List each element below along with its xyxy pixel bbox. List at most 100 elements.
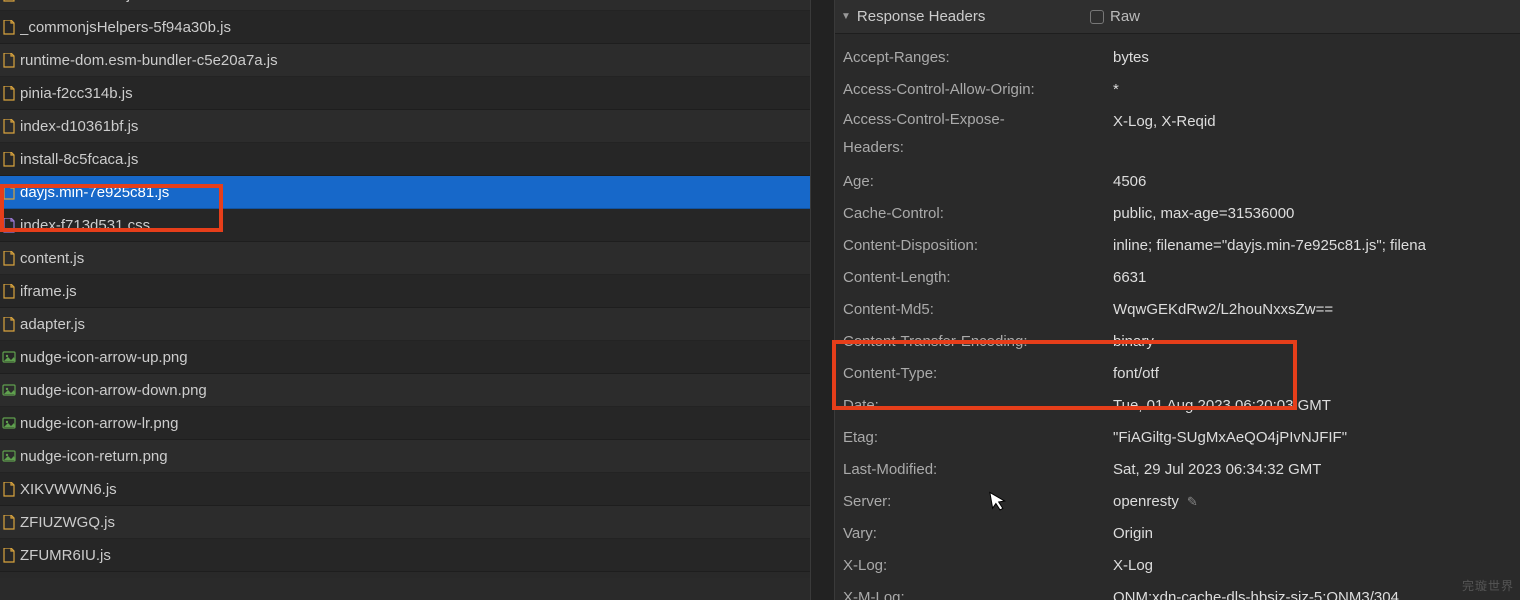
header-row: Content-Md5:WqwGEKdRw2/L2houNxxsZw== (843, 294, 1516, 326)
header-key: Access-Control-Expose-Headers: (843, 106, 1113, 162)
file-name: runtime-dom.esm-bundler-c5e20a7a.js (20, 52, 278, 69)
file-row[interactable]: iframe.js (0, 275, 810, 308)
header-key: Accept-Ranges: (843, 42, 1113, 74)
header-row: Cache-Control:public, max-age=31536000 (843, 198, 1516, 230)
header-row: Access-Control-Expose-Headers:X-Log, X-R… (843, 106, 1516, 166)
file-row[interactable]: adapter.js (0, 308, 810, 341)
header-row: Content-Transfer-Encoding:binary (843, 326, 1516, 358)
disclosure-triangle-icon[interactable]: ▼ (841, 11, 851, 22)
file-row[interactable]: pinia-f2cc314b.js (0, 77, 810, 110)
file-name: install-8c5fcaca.js (20, 151, 138, 168)
header-row: Etag:"FiAGiltg-SUgMxAeQO4jPIvNJFIF" (843, 422, 1516, 454)
checkbox-icon[interactable] (1090, 10, 1104, 24)
file-row[interactable]: content.js (0, 242, 810, 275)
file-type-icon (2, 514, 16, 530)
file-type-icon (2, 415, 16, 431)
file-type-icon (2, 382, 16, 398)
header-value: 4506 (1113, 166, 1146, 198)
header-value: binary (1113, 326, 1154, 358)
header-value: public, max-age=31536000 (1113, 198, 1294, 230)
header-value: WqwGEKdRw2/L2houNxxsZw== (1113, 294, 1333, 326)
response-headers-section[interactable]: ▼ Response Headers Raw (835, 0, 1520, 34)
file-name: index-f713d531.css (20, 217, 150, 234)
header-value: QNM:xdn-cache-dls-hbsjz-sjz-5;QNM3/304 (1113, 582, 1399, 600)
header-value: X-Log, X-Reqid (1113, 106, 1216, 138)
file-row[interactable]: XIKVWWN6.js (0, 473, 810, 506)
file-name: dayjs.min-7e925c81.js (20, 184, 169, 201)
file-row[interactable]: index-d10361bf.js (0, 110, 810, 143)
file-row[interactable]: index-f713d531.css (0, 209, 810, 242)
file-row[interactable]: nudge-icon-arrow-up.png (0, 341, 810, 374)
header-value: Sat, 29 Jul 2023 06:34:32 GMT (1113, 454, 1321, 486)
file-row[interactable]: install-8c5fcaca.js (0, 143, 810, 176)
file-row[interactable]: nudge-icon-arrow-down.png (0, 374, 810, 407)
header-value: Origin (1113, 518, 1153, 550)
file-type-icon (2, 118, 16, 134)
pencil-icon[interactable]: ✎ (1187, 494, 1198, 509)
header-row: Date:Tue, 01 Aug 2023 06:20:03 GMT (843, 390, 1516, 422)
file-type-icon (2, 250, 16, 266)
header-key: Content-Disposition: (843, 230, 1113, 262)
file-row[interactable]: index-7dc9fda8.js (0, 0, 810, 11)
file-type-icon (2, 349, 16, 365)
file-row[interactable]: _commonjsHelpers-5f94a30b.js (0, 11, 810, 44)
header-value: bytes (1113, 42, 1149, 74)
header-row: X-M-Log:QNM:xdn-cache-dls-hbsjz-sjz-5;QN… (843, 582, 1516, 600)
file-name: nudge-icon-return.png (20, 448, 168, 465)
header-row: X-Log:X-Log (843, 550, 1516, 582)
watermark: 完璇世界 (1462, 577, 1514, 594)
file-row[interactable]: runtime-dom.esm-bundler-c5e20a7a.js (0, 44, 810, 77)
raw-toggle[interactable]: Raw (1090, 8, 1140, 25)
header-row: Vary:Origin (843, 518, 1516, 550)
header-value: "FiAGiltg-SUgMxAeQO4jPIvNJFIF" (1113, 422, 1347, 454)
raw-label: Raw (1110, 8, 1140, 25)
file-name: index-7dc9fda8.js (20, 0, 138, 3)
file-type-icon (2, 19, 16, 35)
header-key: Age: (843, 166, 1113, 198)
network-file-list[interactable]: index-7dc9fda8.js _commonjsHelpers-5f94a3… (0, 0, 810, 578)
header-value: font/otf (1113, 358, 1159, 390)
file-name: XIKVWWN6.js (20, 481, 117, 498)
header-key: Server: (843, 486, 1113, 518)
headers-list: Accept-Ranges:bytesAccess-Control-Allow-… (835, 34, 1520, 600)
file-type-icon (2, 217, 16, 233)
file-row[interactable]: ZFUMR6IU.js (0, 539, 810, 572)
header-key: Content-Md5: (843, 294, 1113, 326)
file-name: ZFIUZWGQ.js (20, 514, 115, 531)
file-row[interactable]: nudge-icon-return.png (0, 440, 810, 473)
header-key: Cache-Control: (843, 198, 1113, 230)
header-key: X-M-Log: (843, 582, 1113, 600)
header-value: X-Log (1113, 550, 1153, 582)
header-key: Content-Transfer-Encoding: (843, 326, 1113, 358)
header-value: openresty✎ (1113, 486, 1198, 518)
header-value: Tue, 01 Aug 2023 06:20:03 GMT (1113, 390, 1331, 422)
file-name: adapter.js (20, 316, 85, 333)
file-name: content.js (20, 250, 84, 267)
header-row: Content-Type:font/otf (843, 358, 1516, 390)
header-row: Accept-Ranges:bytes (843, 42, 1516, 74)
header-key: Last-Modified: (843, 454, 1113, 486)
header-key: Access-Control-Allow-Origin: (843, 74, 1113, 106)
file-type-icon (2, 316, 16, 332)
header-key: Vary: (843, 518, 1113, 550)
file-type-icon (2, 52, 16, 68)
file-type-icon (2, 448, 16, 464)
header-value: 6631 (1113, 262, 1146, 294)
file-type-icon (2, 151, 16, 167)
file-type-icon (2, 85, 16, 101)
panel-divider[interactable] (810, 0, 835, 600)
file-name: nudge-icon-arrow-up.png (20, 349, 188, 366)
header-value: * (1113, 74, 1119, 106)
header-row: Access-Control-Allow-Origin:* (843, 74, 1516, 106)
file-type-icon (2, 547, 16, 563)
file-name: _commonjsHelpers-5f94a30b.js (20, 19, 231, 36)
file-name: pinia-f2cc314b.js (20, 85, 133, 102)
file-type-icon (2, 0, 16, 2)
header-row: Content-Disposition:inline; filename="da… (843, 230, 1516, 262)
header-key: Date: (843, 390, 1113, 422)
file-row[interactable]: ZFIUZWGQ.js (0, 506, 810, 539)
file-row[interactable]: dayjs.min-7e925c81.js (0, 176, 810, 209)
file-row[interactable]: nudge-icon-arrow-lr.png (0, 407, 810, 440)
header-key: Content-Type: (843, 358, 1113, 390)
file-type-icon (2, 481, 16, 497)
